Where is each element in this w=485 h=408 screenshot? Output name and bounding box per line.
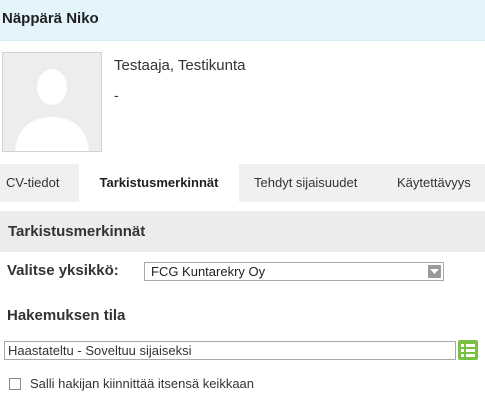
application-status-label: Hakemuksen tila — [7, 307, 126, 324]
tab-bar: CV-tiedot Tarkistusmerkinnät Tehdyt sija… — [0, 164, 485, 202]
profile-header: Näppärä Niko — [0, 0, 485, 41]
tab-panel-top — [0, 202, 485, 211]
unit-label: Valitse yksikkö: — [7, 262, 119, 279]
chevron-down-icon[interactable] — [428, 265, 441, 278]
status-list-button[interactable] — [458, 340, 478, 360]
person-silhouette-icon — [15, 69, 89, 151]
unit-select-value: FCG Kuntarekry Oy — [151, 264, 266, 279]
section-header: Tarkistusmerkinnät — [0, 211, 485, 252]
profile-secondary: - — [114, 87, 119, 103]
applicant-name: Näppärä Niko — [2, 10, 99, 27]
allow-self-assign-label: Salli hakijan kiinnittää itsensä keikkaa… — [30, 376, 255, 391]
section-title: Tarkistusmerkinnät — [8, 223, 146, 240]
application-status-value: Haastateltu - Soveltuu sijaiseksi — [8, 343, 192, 358]
tab-cv-tiedot[interactable]: CV-tiedot — [6, 164, 59, 202]
application-status-field[interactable]: Haastateltu - Soveltuu sijaiseksi — [4, 341, 456, 360]
tab-tarkistusmerkinnat[interactable]: Tarkistusmerkinnät — [79, 164, 239, 202]
tab-tehdyt-sijaisuudet[interactable]: Tehdyt sijaisuudet — [254, 164, 357, 202]
allow-self-assign-checkbox[interactable] — [9, 378, 21, 390]
profile-role: Testaaja, Testikunta — [114, 57, 246, 74]
unit-select[interactable]: FCG Kuntarekry Oy — [144, 262, 444, 281]
avatar — [2, 52, 102, 152]
list-icon — [461, 344, 475, 357]
tab-kaytettavyys[interactable]: Käytettävyys — [397, 164, 471, 202]
